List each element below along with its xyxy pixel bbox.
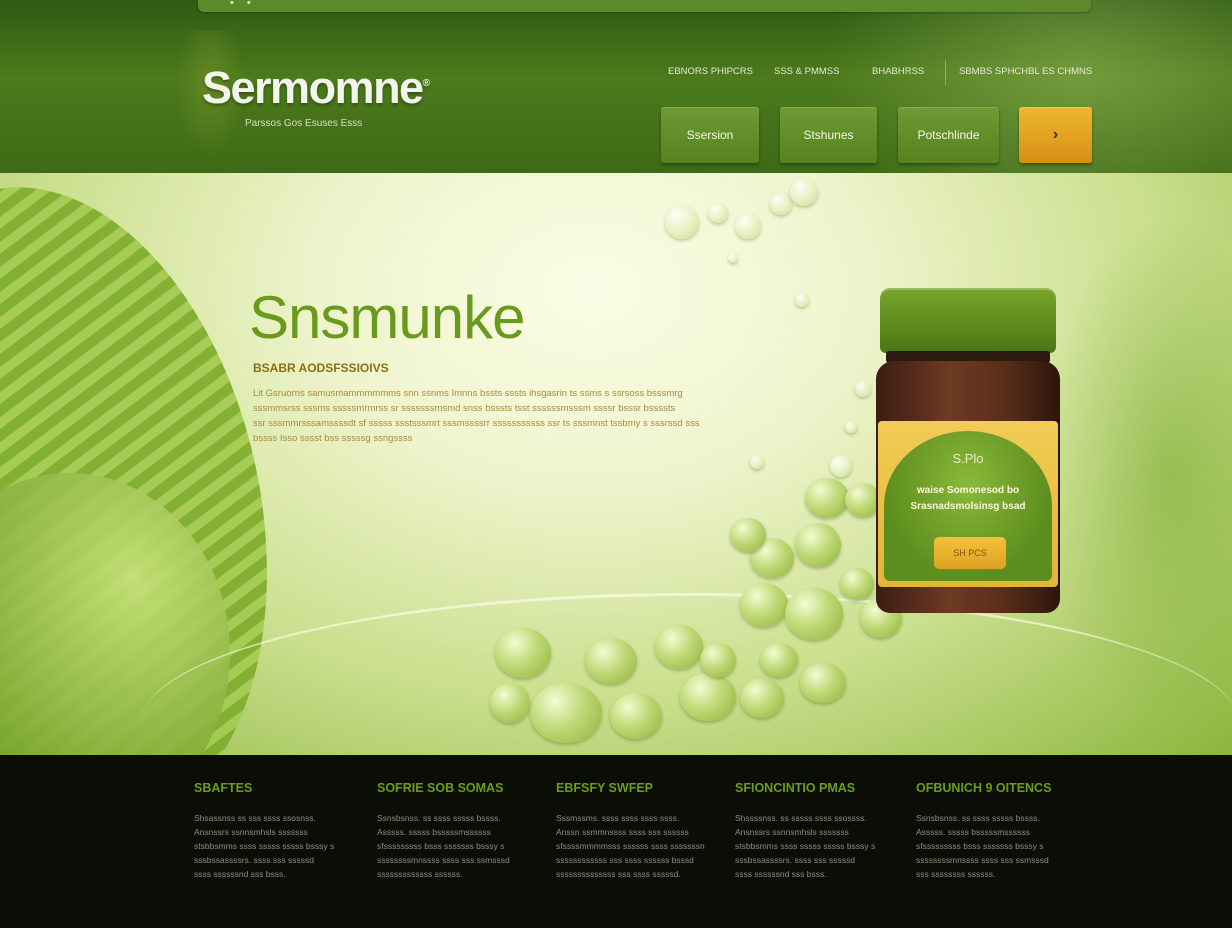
footer-text-line: sssbssassssrs. ssss sss sssssd	[194, 855, 314, 865]
hero-banner: Snsmunke BSABR AODSFSSIOIVS Lit Gsruorns…	[0, 173, 1232, 755]
footer-text-line: Asssss. sssss bsssssmssssss	[916, 827, 1030, 837]
footer-heading[interactable]: OFBUNICH 9 OITENCS	[916, 781, 1066, 795]
footer-text-line: stsbbsmms ssss sssss sssss bsssy s	[194, 841, 335, 851]
capsule-decoration	[530, 683, 602, 743]
product-jar: S.Plo waise Somonesod bo Srasnadsmolsins…	[876, 288, 1060, 618]
topbar-dots: • •	[230, 0, 256, 9]
capsule-decoration	[610, 693, 662, 739]
footer-text-line: sssbssassssrs. ssss sss sssssd	[735, 855, 855, 865]
footer-text-line: stsbbsmms ssss sssss sssss bsssy s	[735, 841, 876, 851]
jar-lid	[880, 288, 1056, 353]
capsule-decoration	[495, 628, 551, 678]
hero-body-line: ssr sssmmrsssamssssdt sf sssss ssstsssmr…	[253, 418, 700, 429]
top-link-3[interactable]: BHABHRSS	[872, 66, 924, 77]
footer-text-line: ssss ssssssnd sss bsss.	[194, 869, 286, 879]
background-blur-decoration	[1040, 213, 1232, 733]
capsule-decoration	[655, 625, 703, 669]
nav-button-3[interactable]: Potschlinde	[898, 107, 999, 163]
footer-text-line: sssssssssssss ssssss.	[377, 869, 463, 879]
footer-text-line: ssssssssmnssss ssss sss ssmsssd	[377, 855, 510, 865]
arrow-right-button[interactable]: ›	[1019, 107, 1092, 163]
bubble-decoration	[845, 421, 857, 433]
top-link-4[interactable]: SBMBS SPHCHBL ES CHMNS	[959, 66, 1092, 77]
capsule-decoration	[585, 638, 637, 684]
footer-text-line: Ansnssrs ssnnsmhsls sssssss	[735, 827, 849, 837]
footer-heading[interactable]: EBFSFY SWFEP	[556, 781, 706, 795]
bubble-decoration	[708, 203, 728, 223]
jar-label-line: Srasnadsmolsinsg bsad	[910, 501, 1026, 512]
capsule-decoration	[700, 643, 736, 677]
capsule-decoration	[490, 683, 530, 723]
footer-heading[interactable]: SOFRIE SOB SOMAS	[377, 781, 527, 795]
footer-column: SOFRIE SOB SOMAS Ssnsbsnss. ss ssss ssss…	[377, 781, 527, 881]
bubble-decoration	[735, 213, 761, 239]
nav-button-2[interactable]: Stshunes	[780, 107, 877, 163]
footer-text-line: Ssnsbsnss. ss ssss sssss bssss.	[916, 813, 1040, 823]
footer-column: SFIONCINTIO PMAS Shssssnss. ss sssss sss…	[735, 781, 885, 881]
hero-body: Lit Gsruorns samusmammmmmms snn ssnms Im…	[253, 386, 703, 446]
hero-title: Snsmunke	[249, 284, 525, 351]
bubble-decoration	[665, 205, 699, 239]
footer-text-line: ssssssssmnssss ssss sss ssmsssd	[916, 855, 1049, 865]
footer-text-line: ssssssssssssss sss ssss sssssd.	[556, 869, 681, 879]
footer-text-line: sfssssmmmmsss ssssss ssss sssssssn	[556, 841, 705, 851]
top-link-2[interactable]: SSS & PMMSS	[774, 66, 839, 77]
footer-text-line: sfsssssssss bsss sssssss bsssy s	[916, 841, 1044, 851]
capsule-decoration	[800, 663, 846, 703]
site-logo[interactable]: Sermomne®	[202, 62, 430, 114]
jar-label: S.Plo waise Somonesod bo Srasnadsmolsins…	[878, 421, 1058, 587]
footer-text-line: Ssnsbsnss. ss ssss sssss bssss.	[377, 813, 501, 823]
footer-text-line: Anssn ssmmnssss ssss sss ssssss	[556, 827, 689, 837]
bubble-decoration	[770, 193, 792, 215]
bubble-decoration	[855, 381, 871, 397]
capsule-decoration	[795, 523, 841, 567]
footer-text-line: ssssssssssss sss ssss ssssss bsssd	[556, 855, 694, 865]
capsule-decoration	[840, 568, 874, 600]
capsule-decoration	[740, 678, 784, 718]
footer-text-line: Ansnssrs ssnnsmhsls sssssss	[194, 827, 308, 837]
bubble-decoration	[728, 253, 738, 263]
capsule-decoration	[740, 583, 788, 627]
hero-body-line: bssss Isso sssst bss sssssg ssngssss	[253, 433, 413, 444]
top-links-divider	[945, 60, 946, 85]
footer-text-line: sfsssssssss bsss sssssss bsssy s	[377, 841, 505, 851]
jar-label-line: waise Somonesod bo	[916, 485, 1020, 496]
footer-text-line: Asssss. sssss bsssssmssssss	[377, 827, 491, 837]
footer-column: EBFSFY SWFEP Sssmssms. ssss ssss ssss ss…	[556, 781, 706, 881]
bubble-decoration	[790, 178, 818, 206]
hero-subtitle: BSABR AODSFSSIOIVS	[253, 361, 389, 375]
footer-column: OFBUNICH 9 OITENCS Ssnsbsnss. ss ssss ss…	[916, 781, 1066, 881]
bubble-decoration	[795, 293, 809, 307]
footer-text-line: Shssssnss. ss sssss ssss ssossss.	[735, 813, 867, 823]
registered-mark: ®	[422, 78, 430, 89]
footer-heading[interactable]: SFIONCINTIO PMAS	[735, 781, 885, 795]
logo-text: Sermomne	[202, 62, 424, 113]
site-tagline: Parssos Gos Esuses Esss	[245, 118, 363, 129]
capsule-decoration	[785, 588, 843, 640]
capsule-decoration	[760, 643, 798, 677]
jar-label-title: S.Plo	[952, 451, 984, 466]
footer-text-line: Shsassnss ss sss ssss ssosnss.	[194, 813, 316, 823]
footer-text-line: sss ssssssss ssssss.	[916, 869, 996, 879]
footer-text-line: Sssmssms. ssss ssss ssss ssss.	[556, 813, 680, 823]
site-footer: SBAFTES Shsassnss ss sss ssss ssosnss. A…	[0, 755, 1232, 928]
capsule-decoration	[730, 518, 766, 552]
top-link-1[interactable]: EBNORS PHIPCRS	[668, 66, 753, 77]
capsule-decoration	[805, 478, 849, 518]
jar-label-button[interactable]: SH PCS	[934, 537, 1006, 569]
nav-button-1[interactable]: Ssersion	[661, 107, 759, 163]
hero-body-line: sssmmsrss sssms sssssmrmrss sr sssssssms…	[253, 403, 676, 414]
footer-column: SBAFTES Shsassnss ss sss ssss ssosnss. A…	[194, 781, 344, 881]
footer-heading[interactable]: SBAFTES	[194, 781, 344, 795]
chevron-right-icon: ›	[1052, 126, 1059, 143]
footer-text-line: ssss ssssssnd sss bsss.	[735, 869, 827, 879]
capsule-decoration	[680, 673, 736, 721]
bubble-decoration	[830, 455, 852, 477]
hero-body-line: Lit Gsruorns samusmammmmmms snn ssnms Im…	[253, 388, 683, 399]
site-header: • • Sermomne® Parssos Gos Esuses Esss EB…	[0, 0, 1232, 173]
top-utility-bar: • •	[198, 0, 1091, 12]
bubble-decoration	[750, 455, 764, 469]
